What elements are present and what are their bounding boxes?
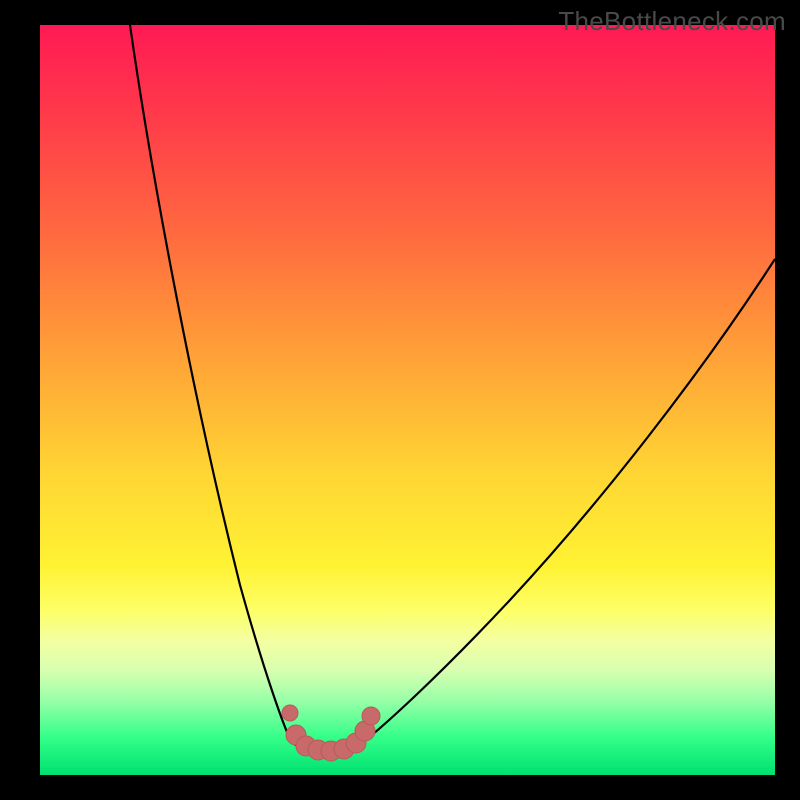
watermark-text: TheBottleneck.com xyxy=(558,6,786,37)
curve-right-branch xyxy=(362,259,775,743)
chart-frame: TheBottleneck.com xyxy=(0,0,800,800)
marker-dot xyxy=(282,705,298,721)
curve-left-branch xyxy=(130,25,292,743)
chart-svg xyxy=(40,25,775,775)
chart-plot-area xyxy=(40,25,775,775)
marker-dot xyxy=(362,707,380,725)
valley-marker-group xyxy=(282,705,380,761)
